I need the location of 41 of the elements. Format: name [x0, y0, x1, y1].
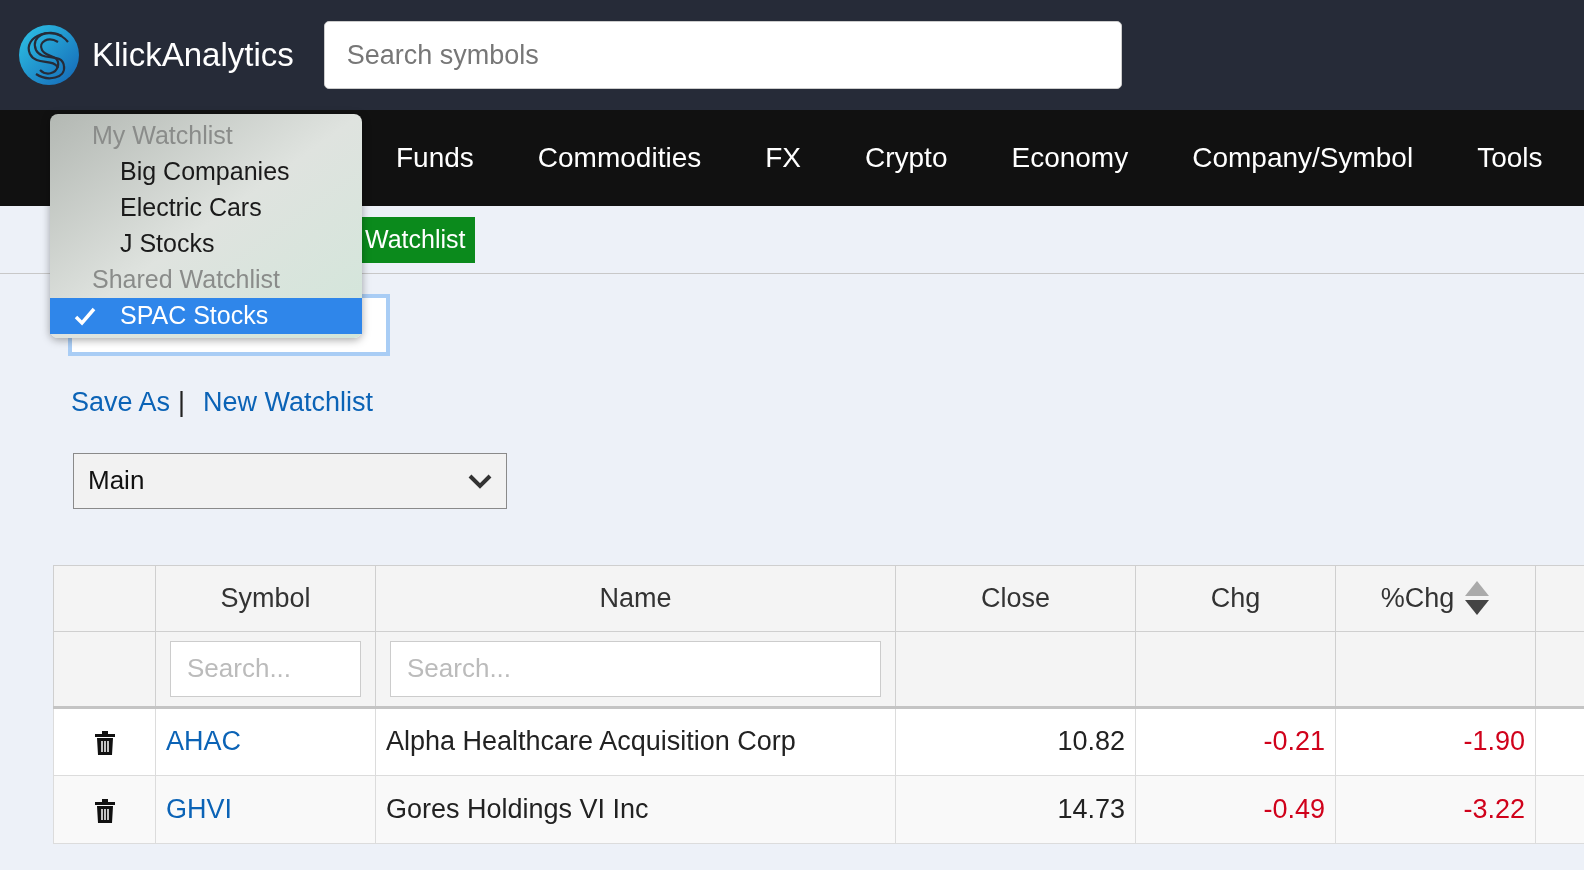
nav-item[interactable]: Funds	[364, 137, 506, 179]
symbol-link[interactable]: GHVI	[166, 793, 232, 824]
group-label: Shared Watchlist	[91, 264, 282, 296]
swirl-logo-icon	[18, 24, 80, 86]
logo-text[interactable]: KlickAnalytics	[92, 30, 294, 80]
column-header[interactable]: Name	[599, 577, 672, 619]
table-cell: -1.90	[1463, 726, 1525, 757]
nav-item[interactable]: Tools	[1445, 137, 1575, 179]
nav-item[interactable]: Crypto	[833, 137, 980, 179]
table-cell: -0.49	[1263, 793, 1325, 824]
nav-item[interactable]: Company/Symbol	[1160, 137, 1446, 179]
filter-field[interactable]: Search...	[390, 640, 881, 697]
table-cell: 14.73	[1057, 793, 1125, 824]
table-cell: -3.22	[1463, 793, 1525, 824]
symbol-link[interactable]: AHAC	[166, 726, 241, 757]
dropdown-option[interactable]: Electric Cars	[50, 190, 362, 226]
column-header[interactable]: Close	[981, 577, 1050, 619]
link-separator: |	[178, 386, 186, 419]
dropdown-option[interactable]: Big Companies	[50, 154, 362, 190]
table-cell: -0.21	[1263, 726, 1325, 757]
sort-icon[interactable]	[1464, 580, 1491, 616]
column-header[interactable]: Chg	[1210, 577, 1261, 619]
nav-item[interactable]: Economy	[979, 137, 1161, 179]
view-select[interactable]: Main	[73, 452, 507, 509]
search-field[interactable]: Search symbols	[323, 21, 1122, 89]
table-cell: Alpha Healthcare Acquisition Corp	[386, 726, 796, 757]
table-cell: Gores Holdings VI Inc	[386, 793, 649, 824]
new-watchlist-link[interactable]: New Watchlist	[203, 382, 374, 423]
trash-icon[interactable]	[93, 730, 116, 757]
watchlist-button[interactable]: Watchlist	[362, 216, 476, 263]
dropdown-option[interactable]: J Stocks	[50, 226, 362, 262]
nav-item[interactable]: Commodities	[505, 137, 734, 179]
filter-field[interactable]: Search...	[170, 640, 361, 697]
save-as-link[interactable]: Save As	[71, 382, 171, 423]
chevron-down-icon	[468, 472, 492, 489]
group-label: My Watchlist	[91, 120, 234, 152]
dropdown-option[interactable]: SPAC Stocks	[50, 298, 362, 334]
checkmark-icon	[74, 306, 96, 326]
nav-item[interactable]: FX	[733, 137, 833, 179]
table-cell: 10.82	[1057, 726, 1125, 757]
trash-icon[interactable]	[93, 797, 116, 824]
